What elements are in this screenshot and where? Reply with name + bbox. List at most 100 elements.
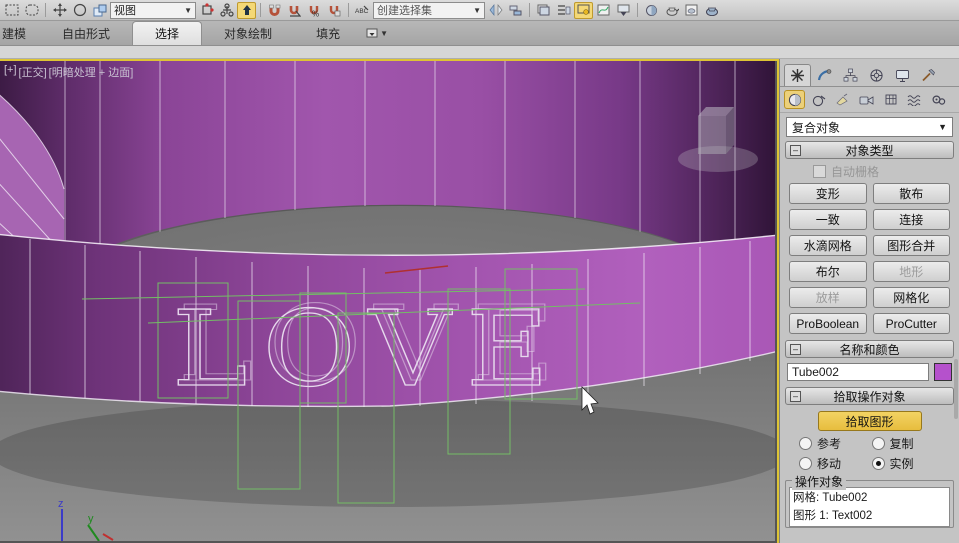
snaps-toggle-icon[interactable] — [265, 2, 284, 19]
tab-create[interactable] — [784, 64, 811, 86]
chevron-down-icon: ▼ — [938, 122, 947, 132]
use-pivot-point-icon[interactable] — [197, 2, 216, 19]
named-selection-set-placeholder: 创建选择集 — [377, 5, 432, 17]
object-type-rollout-header[interactable]: – 对象类型 — [785, 141, 954, 159]
chevron-down-icon: ▼ — [184, 5, 192, 15]
button-morph[interactable]: 变形 — [789, 183, 867, 204]
radio-dot-selected — [871, 457, 885, 470]
object-type-buttons: 变形 散布 一致 连接 水滴网格 图形合并 布尔 地形 放样 网格化 ProBo… — [789, 183, 950, 334]
category-helpers[interactable] — [880, 90, 901, 109]
operands-group: 操作对象 网格: Tube002 图形 1: Text002 — [785, 473, 954, 528]
ribbon-tab-bar: 建模 自由形式 选择 对象绘制 填充 ▼ — [0, 21, 959, 46]
button-procutter[interactable]: ProCutter — [872, 313, 950, 334]
name-color-rollout-header[interactable]: – 名称和颜色 — [785, 340, 954, 358]
object-name-input[interactable]: Tube002 — [787, 363, 929, 381]
category-shapes[interactable] — [808, 90, 829, 109]
create-categories — [780, 87, 959, 113]
viewport-shading-menu[interactable]: [明暗处理 + 边面] — [49, 64, 134, 80]
button-shapemerge[interactable]: 图形合并 — [872, 235, 950, 256]
schematic-view-icon[interactable] — [614, 2, 633, 19]
mirror-icon[interactable] — [486, 2, 505, 19]
render-production-icon[interactable] — [702, 2, 721, 19]
object-type-rollout: – 对象类型 自动栅格 变形 散布 一致 连接 水滴网格 图形合并 布尔 地形 … — [785, 141, 954, 334]
toolbar-separator — [45, 3, 46, 17]
ribbon-collapsed-strip — [0, 46, 959, 59]
select-and-manipulate-icon[interactable] — [217, 2, 236, 19]
operand-item[interactable]: 网格: Tube002 — [790, 488, 949, 506]
category-space-warps[interactable] — [904, 90, 925, 109]
keyboard-override-toggle-icon[interactable] — [237, 1, 256, 19]
pick-shape-button[interactable]: 拾取图形 — [817, 411, 922, 431]
tab-modify[interactable] — [812, 65, 837, 86]
layer-manager-icon[interactable] — [534, 2, 553, 19]
category-systems[interactable] — [928, 90, 949, 109]
autogrid-checkbox[interactable] — [813, 165, 826, 178]
button-blobmesh[interactable]: 水滴网格 — [789, 235, 867, 256]
panel-scrollbar[interactable] — [954, 359, 958, 419]
category-lights[interactable] — [832, 90, 853, 109]
ribbon-tab-selection[interactable]: 选择 — [132, 21, 203, 45]
button-boolean[interactable]: 布尔 — [789, 261, 867, 282]
operand-item[interactable]: 图形 1: Text002 — [790, 506, 949, 524]
render-setup-icon[interactable] — [662, 2, 681, 19]
rendered-frame-window-icon[interactable] — [682, 2, 701, 19]
curve-editor-icon[interactable] — [594, 2, 613, 19]
radio-dot — [871, 437, 885, 450]
ribbon-tab-object-paint[interactable]: 对象绘制 — [202, 21, 294, 45]
object-color-swatch[interactable] — [934, 363, 952, 381]
scene-explorer-icon[interactable] — [554, 2, 573, 19]
object-category-value: 复合对象 — [792, 120, 841, 135]
button-conform[interactable]: 一致 — [789, 209, 867, 230]
chevron-down-icon: ▼ — [473, 5, 481, 15]
align-icon[interactable] — [506, 2, 525, 19]
angle-snap-icon[interactable] — [285, 2, 304, 19]
rectangular-selection-icon[interactable] — [2, 2, 21, 19]
edit-named-selection-sets-icon[interactable]: ABC — [353, 2, 372, 19]
tab-display[interactable] — [890, 65, 915, 86]
svg-text:%: % — [312, 9, 319, 17]
radio-reference[interactable]: 参考 — [799, 435, 872, 452]
percent-snap-icon[interactable]: % — [305, 2, 324, 19]
select-and-move-icon[interactable] — [50, 2, 69, 19]
button-terrain: 地形 — [872, 261, 950, 282]
radio-instance[interactable]: 实例 — [871, 455, 945, 472]
window-crossing-icon[interactable] — [90, 2, 109, 19]
viewport-pov-menu[interactable]: [正交] — [19, 64, 47, 80]
button-connect[interactable]: 连接 — [872, 209, 950, 230]
toolbar-separator — [529, 3, 530, 17]
button-mesher[interactable]: 网格化 — [872, 287, 950, 308]
material-editor-icon[interactable] — [642, 2, 661, 19]
chevron-down-icon: ▼ — [380, 28, 389, 38]
category-cameras[interactable] — [856, 90, 877, 109]
button-loft: 放样 — [789, 287, 867, 308]
ribbon-tab-modeling[interactable]: 建模 — [0, 21, 40, 45]
operands-list[interactable]: 网格: Tube002 图形 1: Text002 — [789, 487, 950, 527]
button-scatter[interactable]: 散布 — [872, 183, 950, 204]
ribbon-tab-freeform[interactable]: 自由形式 — [40, 21, 132, 45]
button-proboolean[interactable]: ProBoolean — [789, 313, 867, 334]
ribbon-tab-populate[interactable]: 填充 — [294, 21, 362, 45]
tab-hierarchy[interactable] — [838, 65, 863, 86]
tab-motion[interactable] — [864, 65, 889, 86]
select-and-rotate-icon[interactable] — [70, 2, 89, 19]
perspective-viewport[interactable]: [+] [正交] [明暗处理 + 边面] LOVE LOVE z y — [0, 59, 779, 543]
pick-operand-rollout-header[interactable]: – 拾取操作对象 — [785, 387, 954, 405]
radio-dot — [799, 457, 812, 470]
toolbar-separator — [348, 3, 349, 17]
named-selection-set-combo[interactable]: 创建选择集 ▼ — [373, 1, 485, 19]
spinner-snap-icon[interactable] — [325, 2, 344, 19]
pick-operand-rollout: – 拾取操作对象 拾取图形 参考 复制 移动 实例 — [785, 387, 954, 472]
ribbon-toggle-icon[interactable] — [574, 1, 593, 19]
lasso-selection-icon[interactable] — [22, 2, 41, 19]
tab-utilities[interactable] — [916, 65, 941, 86]
viewport-general-menu[interactable]: [+] — [4, 64, 17, 80]
tube-shadow — [0, 399, 775, 507]
object-category-dropdown[interactable]: 复合对象 ▼ — [786, 117, 953, 137]
viewport-label: [+] [正交] [明暗处理 + 边面] — [4, 64, 133, 80]
reference-coordinate-dropdown[interactable]: 视图 ▼ — [110, 1, 196, 19]
radio-move[interactable]: 移动 — [799, 455, 872, 472]
radio-copy[interactable]: 复制 — [871, 435, 945, 452]
clone-method-radios: 参考 复制 移动 实例 — [799, 435, 944, 472]
category-geometry[interactable] — [784, 90, 805, 109]
ribbon-overflow-button[interactable]: ▼ — [362, 21, 392, 45]
